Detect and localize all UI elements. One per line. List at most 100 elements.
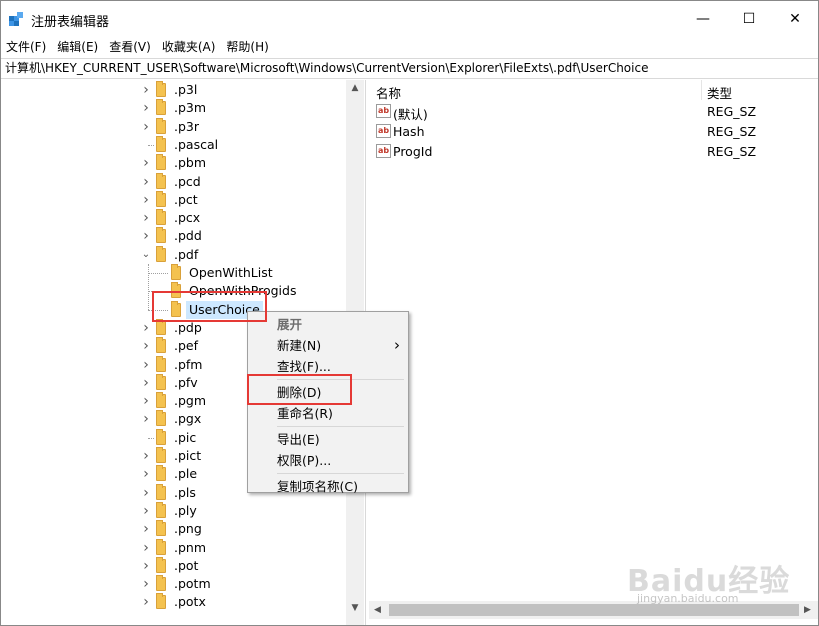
chevron-right-icon[interactable]: › [141,81,151,99]
folder-icon [156,245,166,262]
tree-key[interactable]: › .potm [1,575,346,593]
folder-icon [156,447,166,463]
menu-edit[interactable]: 编辑(E) [52,37,104,57]
folder-icon [156,392,166,409]
tree-key[interactable]: › .pcx [1,209,346,227]
close-button[interactable]: ✕ [772,1,818,37]
maximize-icon: ☐ [742,11,756,27]
folder-icon [156,81,166,97]
tree-connector [148,273,168,274]
chevron-right-icon[interactable]: › [141,575,151,593]
title-bar: 注册表编辑器 — ☐ ✕ [1,1,818,37]
value-name: ProgId [393,144,433,159]
scroll-right-icon[interactable]: ▶ [799,601,816,619]
context-menu-item-label: 展开 [277,317,303,332]
chevron-right-icon[interactable]: › [141,118,151,136]
folder-icon [156,410,166,427]
minimize-button[interactable]: — [680,1,726,37]
scroll-down-icon[interactable]: ▼ [346,600,364,617]
menu-file[interactable]: 文件(F) [1,37,52,57]
string-value-icon: ab [376,144,391,158]
menu-favorites[interactable]: 收藏夹(A) [157,37,222,57]
list-item[interactable]: ab Hash REG_SZ [369,122,818,142]
tree-key[interactable]: › .pdd [1,227,346,245]
chevron-right-icon[interactable]: › [141,465,151,483]
tree-key[interactable]: › .pbm [1,154,346,172]
chevron-right-icon[interactable]: › [141,410,151,428]
tree-key[interactable]: .pascal [1,135,346,154]
tree-key-label: .potx [174,594,206,610]
chevron-right-icon[interactable]: › [141,209,151,227]
chevron-right-icon[interactable]: › [141,154,151,172]
chevron-right-icon[interactable]: › [141,374,151,392]
tree-key-label: .pfm [174,356,203,372]
folder-icon [156,99,166,116]
tree-key[interactable]: › .pnm [1,538,346,557]
address-bar[interactable]: 计算机\HKEY_CURRENT_USER\Software\Microsoft… [1,58,818,79]
context-menu-item[interactable]: 导出(E) [248,429,408,450]
scroll-up-icon[interactable]: ▲ [346,80,364,97]
values-list: 名称 类型 ab (默认) REG_SZ ab Hash REG_SZ ab ProgId RE… [369,80,818,625]
menu-bar: 文件(F) 编辑(E) 查看(V) 收藏夹(A) 帮助(H) [1,37,818,57]
tree-key[interactable]: › .ply [1,501,346,520]
folder-icon [156,520,166,537]
close-icon: ✕ [789,11,801,27]
context-menu-item[interactable]: 重命名(R) [248,403,408,424]
tree-key-label: .pls [174,484,196,500]
tree-key[interactable]: › .potx [1,593,346,611]
folder-icon [156,172,166,189]
chevron-right-icon[interactable]: › [141,173,151,191]
chevron-right-icon[interactable]: › [141,520,151,538]
context-menu-item[interactable]: 新建(N) › [248,335,408,356]
tree-key-label: .pef [174,338,198,354]
tree-key[interactable]: › .pct [1,190,346,209]
chevron-right-icon[interactable]: › [141,337,151,355]
tree-key[interactable]: › .pcd [1,172,346,191]
maximize-button[interactable]: ☐ [726,1,772,37]
scrollbar-thumb[interactable] [389,604,799,616]
tree-subkey[interactable]: OpenWithList [1,264,346,282]
chevron-right-icon[interactable]: › [141,484,151,502]
chevron-right-icon[interactable]: › [141,356,151,374]
tree-key[interactable]: › .p3m [1,99,346,117]
chevron-right-icon[interactable]: › [141,99,151,117]
tree-key-label: .ply [174,502,197,518]
list-horizontal-scrollbar[interactable]: ◀ ▶ [369,601,818,619]
tree-key-label: .pcx [174,210,201,226]
list-item[interactable]: ab (默认) REG_SZ [369,102,818,122]
folder-icon [156,227,166,244]
tree-key[interactable]: › .png [1,520,346,538]
tree-key[interactable]: ⌄ .pdf [1,245,346,264]
tree-key[interactable]: › .pot [1,556,346,575]
tree-key[interactable]: › .p3r [1,117,346,136]
chevron-right-icon: › [394,336,400,354]
chevron-down-icon[interactable]: ⌄ [141,246,151,264]
chevron-right-icon[interactable]: › [141,502,151,520]
column-type-header[interactable]: 类型 [707,83,732,102]
chevron-right-icon[interactable]: › [141,539,151,557]
value-name: Hash [393,124,425,139]
context-menu-item[interactable]: 权限(P)... [248,450,408,471]
column-name-header[interactable]: 名称 [376,83,401,102]
chevron-right-icon[interactable]: › [141,447,151,465]
chevron-right-icon[interactable]: › [141,593,151,611]
tree-key-label: .pdd [174,228,202,244]
folder-icon [156,501,166,518]
chevron-right-icon[interactable]: › [141,319,151,337]
menu-view[interactable]: 查看(V) [104,37,157,57]
menu-help[interactable]: 帮助(H) [221,37,274,57]
tree-key-label: .pfv [174,374,198,390]
menu-separator [277,426,404,427]
context-menu-item[interactable]: 复制项名称(C) [248,476,408,497]
tree-key[interactable]: › .p3l [1,81,346,99]
chevron-right-icon[interactable]: › [141,227,151,245]
context-menu-item-label: 权限(P)... [277,453,332,468]
column-separator[interactable] [701,80,702,100]
chevron-right-icon[interactable]: › [141,557,151,575]
chevron-right-icon[interactable]: › [141,191,151,209]
window-title: 注册表编辑器 [31,15,110,30]
chevron-right-icon[interactable]: › [141,392,151,410]
scroll-left-icon[interactable]: ◀ [369,601,386,619]
list-item[interactable]: ab ProgId REG_SZ [369,142,818,162]
registry-editor-window: 注册表编辑器 — ☐ ✕ 文件(F) 编辑(E) 查看(V) 收藏夹(A) 帮助… [0,0,819,626]
